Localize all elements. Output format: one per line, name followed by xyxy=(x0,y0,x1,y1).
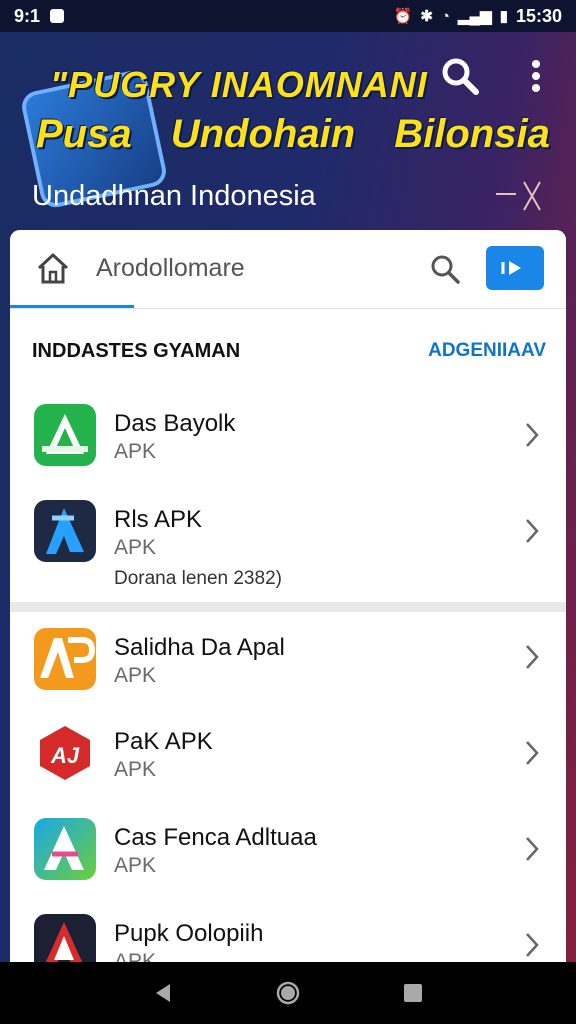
chevron-right-icon xyxy=(526,519,539,543)
svg-text:AJ: AJ xyxy=(50,743,80,768)
list-item[interactable]: Salidha Da Apal APK xyxy=(10,612,566,707)
list-item[interactable]: Pupk Oolopiih APK xyxy=(10,898,566,964)
chevron-right-icon xyxy=(526,423,539,447)
item-name: Salidha Da Apal xyxy=(114,634,285,661)
tab-indicator xyxy=(10,305,134,308)
back-button[interactable] xyxy=(148,978,178,1008)
bluetooth-icon: ✱ xyxy=(420,8,433,25)
content-card: Arodollomare INDDASTES GYAMAN ADGENIIAAV… xyxy=(10,230,566,964)
recents-icon xyxy=(404,984,423,1002)
section-action-link[interactable]: ADGENIIAAV xyxy=(428,340,546,362)
list-item[interactable]: AJ PaK APK APK xyxy=(10,706,566,803)
item-type: APK xyxy=(114,854,157,877)
decor-icon xyxy=(496,181,541,211)
chevron-right-icon xyxy=(526,645,539,669)
more-vert-icon[interactable] xyxy=(522,56,550,96)
app-icon xyxy=(34,914,96,964)
arrow-right-icon xyxy=(501,261,521,275)
search-icon[interactable] xyxy=(428,252,462,286)
app-icon xyxy=(34,818,96,880)
home-circle-icon xyxy=(276,981,300,1005)
status-time-right: 15:30 xyxy=(515,5,562,26)
app-icon xyxy=(34,500,96,562)
search-icon[interactable] xyxy=(440,56,480,96)
item-name: Cas Fenca Adltuaa xyxy=(114,824,317,851)
notification-icon xyxy=(50,9,65,23)
chevron-right-icon xyxy=(526,933,539,957)
status-bar: 9:1 ⏰ ✱ ◔ ▂▄▆ ▮ 15:30 xyxy=(0,0,576,32)
app-icon xyxy=(34,404,96,466)
section-header: INDDASTES GYAMAN ADGENIIAAV xyxy=(10,332,566,372)
home-icon[interactable] xyxy=(34,250,72,288)
list-item[interactable]: Rls APK APK Dorana lenen 2382) xyxy=(10,484,566,602)
battery-icon: ▮ xyxy=(499,8,508,25)
go-button[interactable] xyxy=(486,246,544,290)
section-title: INDDASTES GYAMAN xyxy=(32,340,241,362)
item-name: Rls APK xyxy=(114,506,203,533)
app-icon xyxy=(34,628,96,690)
item-type: APK xyxy=(114,664,157,687)
header-title-line1: "PUGRY INAOMNANI xyxy=(50,64,428,105)
header-title-line2: Pusa Undohain Bilonsia xyxy=(36,112,550,156)
home-button[interactable] xyxy=(273,978,303,1008)
item-name: PaK APK xyxy=(114,728,213,755)
item-type: APK xyxy=(114,536,157,559)
alarm-icon: ⏰ xyxy=(393,8,413,25)
chevron-right-icon xyxy=(526,741,539,765)
header-subtitle: Undadhnan Indonesia xyxy=(32,180,316,212)
status-time-left: 9:1 xyxy=(14,5,41,26)
recents-button[interactable] xyxy=(398,978,428,1008)
item-name: Pupk Oolopiih xyxy=(114,920,264,947)
list-item[interactable]: Cas Fenca Adltuaa APK xyxy=(10,802,566,899)
wifi-icon: ◔ xyxy=(440,7,450,25)
back-icon xyxy=(155,984,170,1002)
app-header: "PUGRY INAOMNANI Pusa Undohain Bilonsia … xyxy=(0,32,576,232)
item-type: APK xyxy=(114,440,157,463)
signal-icon: ▂▄▆ xyxy=(457,8,492,25)
app-icon: AJ xyxy=(34,722,96,784)
section-divider xyxy=(10,602,566,612)
chevron-right-icon xyxy=(526,837,539,861)
item-name: Das Bayolk xyxy=(114,410,236,437)
search-bar: Arodollomare xyxy=(10,230,566,309)
item-type: APK xyxy=(114,758,157,781)
search-input[interactable]: Arodollomare xyxy=(96,254,245,283)
list-item[interactable]: Das Bayolk APK xyxy=(10,388,566,485)
system-nav-bar xyxy=(0,962,576,1024)
item-meta: Dorana lenen 2382) xyxy=(114,568,282,589)
